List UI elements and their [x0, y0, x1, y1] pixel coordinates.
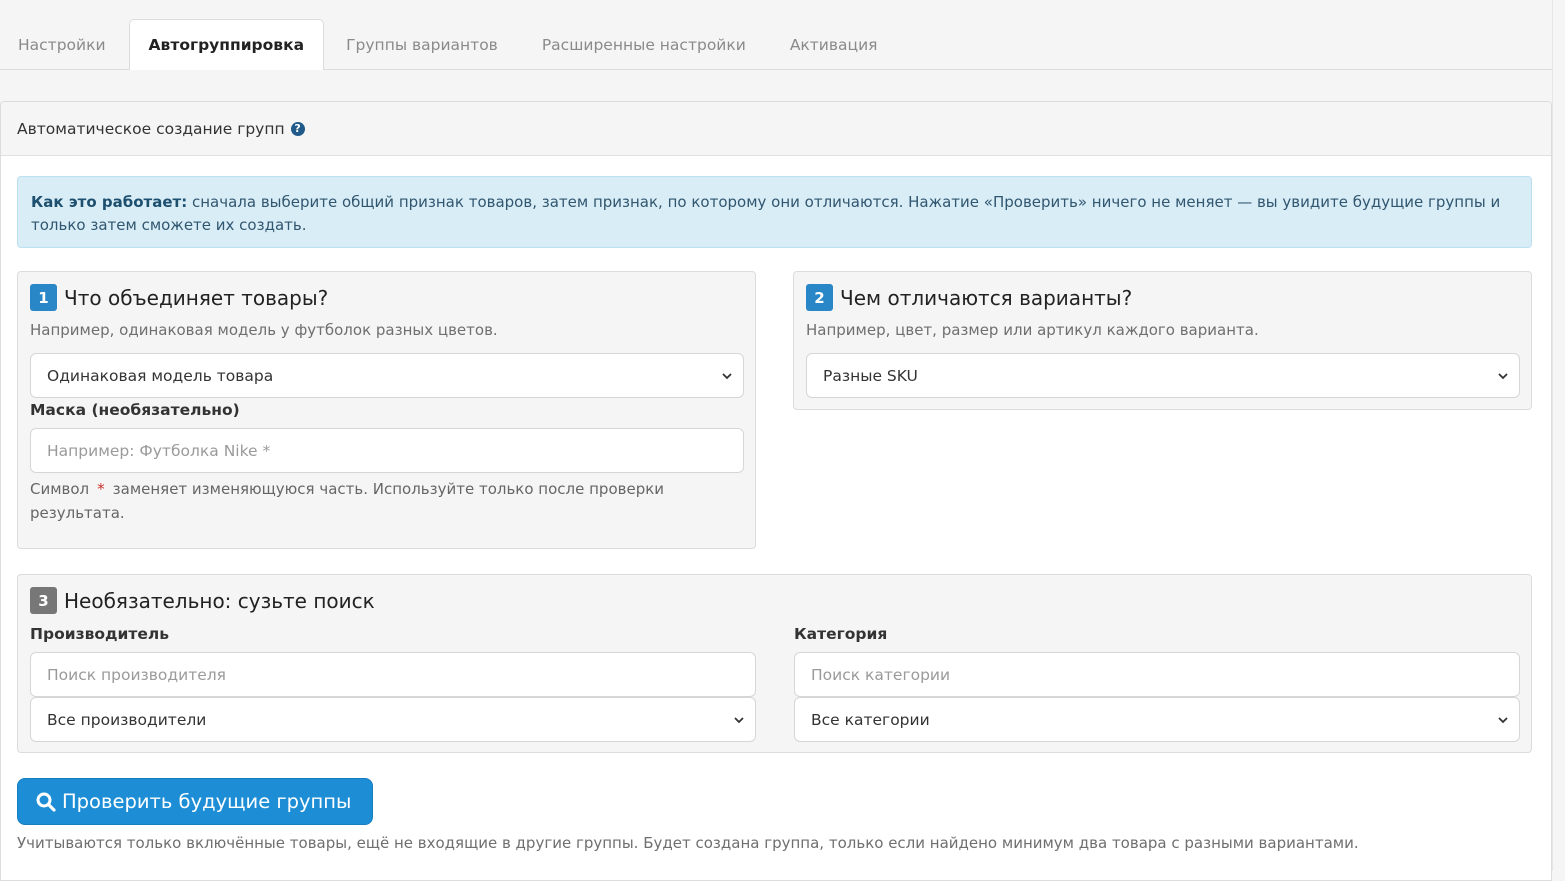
category-search-input[interactable]: Поиск категории [794, 652, 1520, 697]
step1-card: 1 Что объединяет товары? Например, одина… [17, 271, 756, 549]
tab-variant-groups[interactable]: Группы вариантов [324, 19, 520, 69]
step1-hint: Например, одинаковая модель у футболок р… [30, 321, 498, 339]
mask-placeholder: Например: Футболка Nike * [47, 441, 271, 460]
manufacturer-placeholder: Поиск производителя [47, 665, 226, 684]
mask-description: Символ * заменяет изменяющуюся часть. Испо… [30, 477, 730, 525]
tab-advanced-settings[interactable]: Расширенные настройки [520, 19, 768, 69]
info-text: сначала выберите общий признак товаров, … [31, 193, 1501, 234]
autogroup-panel: Автоматическое создание групп ? Как это … [0, 101, 1552, 881]
tab-bar: Настройки Автогруппировка Группы вариант… [0, 19, 1552, 70]
info-alert: Как это работает: сначала выберите общий… [17, 176, 1532, 248]
category-select[interactable]: Все категории [794, 697, 1520, 742]
step1-title-text: Что объединяет товары? [64, 285, 329, 310]
tab-autogrouping[interactable]: Автогруппировка [128, 19, 325, 70]
chevron-down-icon [1498, 716, 1508, 723]
tab-activation[interactable]: Активация [768, 19, 900, 69]
check-groups-label: Проверить будущие группы [62, 790, 352, 813]
mask-input[interactable]: Например: Футболка Nike * [30, 428, 744, 473]
step1-badge: 1 [30, 284, 57, 311]
mask-desc-before: Символ [30, 480, 90, 498]
mask-label: Маска (необязательно) [30, 401, 240, 419]
category-label: Категория [794, 625, 888, 643]
category-select-value: Все категории [811, 710, 930, 729]
step2-card: 2 Чем отличаются варианты? Например, цве… [793, 271, 1532, 410]
check-groups-button[interactable]: Проверить будущие группы [17, 778, 373, 825]
variant-attribute-select[interactable]: Разные SKU [806, 353, 1520, 398]
step2-badge: 2 [806, 284, 833, 311]
step2-hint: Например, цвет, размер или артикул каждо… [806, 321, 1259, 339]
manufacturer-label: Производитель [30, 625, 170, 643]
scrollbar-track[interactable] [1552, 0, 1565, 871]
step3-card: 3 Необязательно: сузьте поиск Производит… [17, 574, 1532, 753]
chevron-down-icon [1498, 372, 1508, 379]
step2-title-text: Чем отличаются варианты? [840, 285, 1133, 310]
common-attribute-select[interactable]: Одинаковая модель товара [30, 353, 744, 398]
step2-title: 2 Чем отличаются варианты? [806, 284, 1132, 311]
step3-badge: 3 [30, 587, 57, 614]
question-circle-icon[interactable]: ? [290, 121, 305, 136]
footnote: Учитываются только включённые товары, ещ… [17, 834, 1359, 852]
manufacturer-select[interactable]: Все производители [30, 697, 756, 742]
tab-settings[interactable]: Настройки [0, 19, 129, 69]
mask-desc-star: * [97, 480, 105, 498]
manufacturer-search-input[interactable]: Поиск производителя [30, 652, 756, 697]
chevron-down-icon [722, 372, 732, 379]
panel-title: Автоматическое создание групп [17, 119, 285, 138]
search-icon [36, 792, 56, 812]
category-placeholder: Поиск категории [811, 665, 951, 684]
variant-attribute-value: Разные SKU [823, 366, 918, 385]
step1-title: 1 Что объединяет товары? [30, 284, 328, 311]
common-attribute-value: Одинаковая модель товара [47, 366, 274, 385]
step3-title-text: Необязательно: сузьте поиск [64, 588, 375, 613]
manufacturer-select-value: Все производители [47, 710, 207, 729]
panel-heading: Автоматическое создание групп ? [1, 102, 1551, 156]
mask-desc-after: заменяет изменяющуюся часть. Используйте… [30, 480, 665, 522]
step3-title: 3 Необязательно: сузьте поиск [30, 587, 375, 614]
chevron-down-icon [734, 716, 744, 723]
info-bold: Как это работает: [31, 193, 188, 211]
